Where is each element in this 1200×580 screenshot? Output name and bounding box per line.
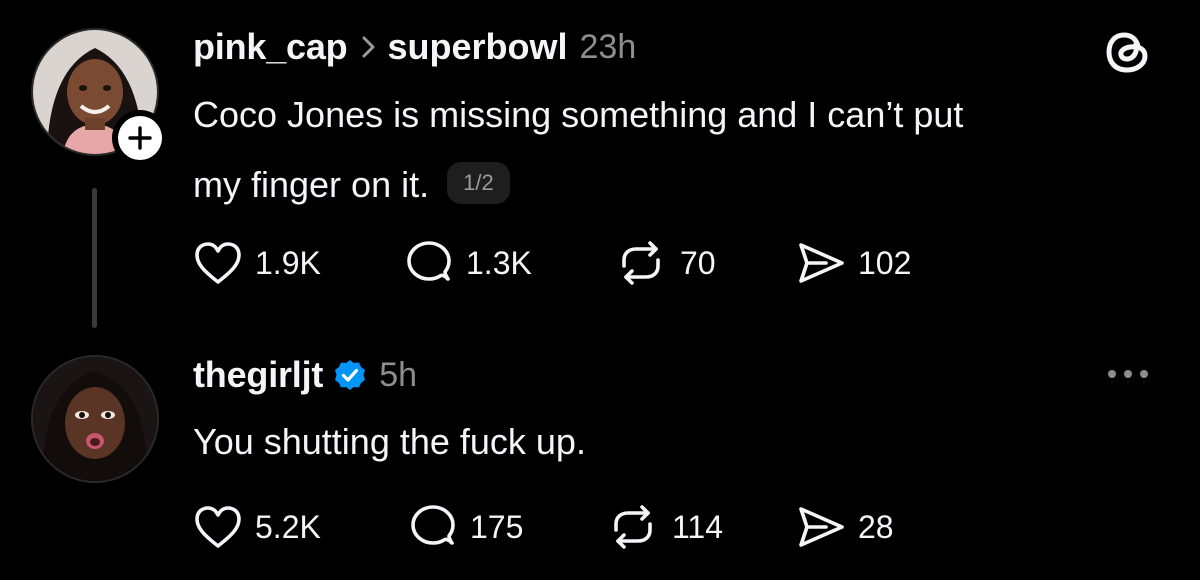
share-icon [799,243,844,283]
heart-icon [195,242,241,284]
topic-tag[interactable]: superbowl [387,26,567,68]
comment-icon [411,505,455,545]
share-count: 102 [858,244,912,281]
like-count: 5.2K [255,508,321,545]
post-pink-cap: pink_cap superbowl 23h Coco Jones is mis… [0,0,1200,330]
timestamp: 5h [379,355,418,394]
post-header: pink_cap superbowl 23h [193,22,636,72]
action-bar: 5.2K 175 114 28 [193,502,894,552]
repost-count: 70 [680,244,716,281]
like-button[interactable]: 1.9K [193,240,404,286]
share-button[interactable]: 28 [796,504,894,550]
share-icon [799,507,844,547]
post-text-line-2: my finger on it. [193,164,430,205]
post-text: Coco Jones is missing something and I ca… [193,80,1153,220]
thread-line [92,188,97,328]
repost-count: 114 [672,508,724,545]
timestamp: 23h [579,27,637,66]
repost-icon [614,505,652,549]
post-text: You shutting the fuck up. [193,421,586,462]
post-thegirljt: thegirljt 5h You shutting the fuck up. 5… [0,330,1200,580]
repost-icon [622,241,660,285]
post-text-line-1: Coco Jones is missing something and I ca… [193,94,964,135]
like-button[interactable]: 5.2K [193,504,408,550]
comment-icon [407,241,451,281]
share-button[interactable]: 102 [796,240,911,286]
action-bar: 1.9K 1.3K 70 102 [193,238,911,288]
follow-button[interactable] [112,110,168,166]
threads-logo-icon[interactable] [1100,24,1156,80]
like-count: 1.9K [255,244,321,281]
more-icon[interactable] [1104,366,1152,382]
repost-button[interactable]: 70 [614,240,796,286]
verified-badge-icon [333,358,367,392]
chevron-right-icon [361,35,377,59]
share-count: 28 [858,508,894,545]
page-indicator[interactable]: 1/2 [447,162,510,205]
reply-count: 1.3K [466,244,532,281]
heart-icon [195,506,241,548]
plus-icon [128,126,152,150]
post-header: thegirljt 5h [193,350,417,400]
author-username[interactable]: thegirljt [193,354,323,396]
reply-count: 175 [470,508,524,545]
avatar-thegirljt[interactable] [31,355,159,483]
reply-button[interactable]: 1.3K [404,239,614,287]
repost-button[interactable]: 114 [606,504,796,550]
reply-button[interactable]: 175 [408,503,606,551]
author-username[interactable]: pink_cap [193,26,348,68]
